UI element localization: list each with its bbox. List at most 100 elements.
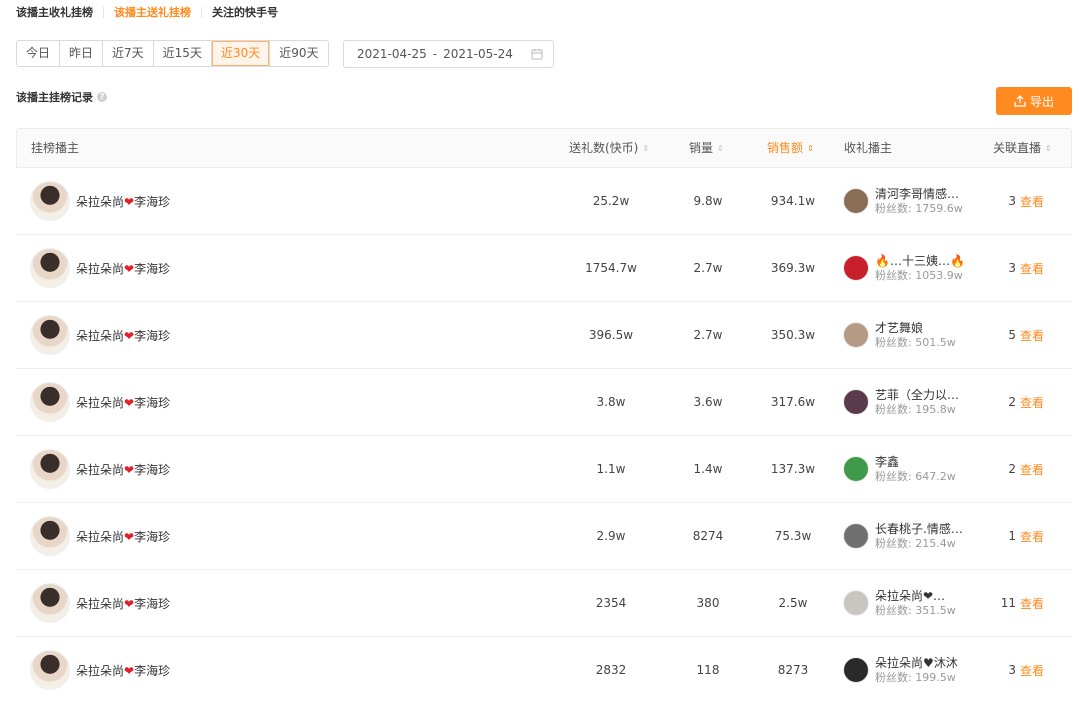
host-cell[interactable]: 朵拉朵尚❤李海珍 <box>30 168 170 234</box>
revenue-value: 2.5w <box>778 596 808 610</box>
col-live[interactable]: 关联直播 ⇕ <box>993 129 1052 167</box>
revenue-value: 369.3w <box>770 261 816 275</box>
live-count: 2 <box>1008 462 1016 476</box>
help-icon[interactable]: ? <box>97 92 107 102</box>
receiver-avatar <box>843 389 869 415</box>
live-cell: 5 查看 <box>976 302 1044 368</box>
tab-sent-gifts[interactable]: 该播主送礼挂榜 <box>114 4 191 20</box>
receiver-cell[interactable]: 才艺舞娘 粉丝数: 501.5w <box>843 302 956 368</box>
export-button[interactable]: 导出 <box>996 87 1072 115</box>
receiver-fans: 粉丝数: 351.5w <box>875 604 956 617</box>
receiver-fans: 粉丝数: 215.4w <box>875 537 956 550</box>
range-90d-button[interactable]: 近90天 <box>270 41 328 66</box>
view-link[interactable]: 查看 <box>1020 528 1044 545</box>
range-30d-button[interactable]: 近30天 <box>211 41 271 66</box>
heart-icon: ❤ <box>124 395 135 410</box>
host-cell[interactable]: 朵拉朵尚❤李海珍 <box>30 235 170 301</box>
view-link[interactable]: 查看 <box>1020 394 1044 411</box>
col-gift[interactable]: 送礼数(快币) ⇕ <box>569 129 649 167</box>
view-link[interactable]: 查看 <box>1020 327 1044 344</box>
tab-received-gifts[interactable]: 该播主收礼挂榜 <box>16 4 93 20</box>
avatar <box>30 583 70 623</box>
gift-value: 1.1w <box>596 462 626 476</box>
col-sales[interactable]: 销量 ⇕ <box>689 129 724 167</box>
receiver-fans: 粉丝数: 647.2w <box>875 470 956 483</box>
host-cell[interactable]: 朵拉朵尚❤李海珍 <box>30 570 170 636</box>
host-name: 朵拉朵尚❤李海珍 <box>76 395 171 410</box>
heart-icon: ❤ <box>124 261 135 276</box>
live-cell: 2 查看 <box>976 369 1044 435</box>
date-end: 2021-05-24 <box>443 47 513 61</box>
table-row: 朵拉朵尚❤李海珍 2832 118 8273 朵拉朵尚♥沐沐 粉丝数: 199.… <box>16 637 1072 703</box>
view-link[interactable]: 查看 <box>1020 662 1044 679</box>
section-title: 该播主挂榜记录 ? <box>16 89 107 105</box>
receiver-cell[interactable]: 李鑫 粉丝数: 647.2w <box>843 436 956 502</box>
table-row: 朵拉朵尚❤李海珍 396.5w 2.7w 350.3w 才艺舞娘 粉丝数: 50… <box>16 302 1072 369</box>
receiver-cell[interactable]: 朵拉朵尚❤… 粉丝数: 351.5w <box>843 570 956 636</box>
receiver-cell[interactable]: 艺菲（全力以… 粉丝数: 195.8w <box>843 369 959 435</box>
tab-bar: 该播主收礼挂榜 该播主送礼挂榜 关注的快手号 <box>16 4 278 20</box>
range-yesterday-button[interactable]: 昨日 <box>60 41 104 66</box>
gift-value: 2832 <box>595 663 627 677</box>
live-count: 5 <box>1008 328 1016 342</box>
avatar <box>30 315 70 355</box>
sort-icon: ⇕ <box>1045 143 1052 153</box>
col-revenue[interactable]: 销售额 ⇕ <box>767 129 814 167</box>
receiver-cell[interactable]: 🔥…十三姨…🔥 粉丝数: 1053.9w <box>843 235 965 301</box>
tab-followed-accounts[interactable]: 关注的快手号 <box>212 4 278 20</box>
sort-icon: ⇕ <box>717 143 724 153</box>
calendar-icon[interactable] <box>531 48 543 60</box>
heart-icon: ❤ <box>124 194 135 209</box>
sales-value: 118 <box>696 663 720 677</box>
host-name: 朵拉朵尚❤李海珍 <box>76 663 171 678</box>
host-cell[interactable]: 朵拉朵尚❤李海珍 <box>30 637 170 703</box>
sort-desc-icon: ⇕ <box>807 143 814 153</box>
view-link[interactable]: 查看 <box>1020 193 1044 210</box>
export-label: 导出 <box>1029 94 1054 109</box>
table-header: 挂榜播主 送礼数(快币) ⇕ 销量 ⇕ 销售额 ⇕ 收礼播主 关联直播 ⇕ <box>16 128 1072 168</box>
avatar <box>30 516 70 556</box>
sales-value: 9.8w <box>693 194 723 208</box>
live-count: 3 <box>1008 194 1016 208</box>
live-cell: 3 查看 <box>976 168 1044 234</box>
gift-value: 25.2w <box>592 194 630 208</box>
range-today-button[interactable]: 今日 <box>17 41 61 66</box>
table-row: 朵拉朵尚❤李海珍 2354 380 2.5w 朵拉朵尚❤… 粉丝数: 351.5… <box>16 570 1072 637</box>
host-cell[interactable]: 朵拉朵尚❤李海珍 <box>30 436 170 502</box>
date-start: 2021-04-25 <box>357 47 427 61</box>
receiver-cell[interactable]: 长春桃子.情感… 粉丝数: 215.4w <box>843 503 963 569</box>
receiver-name: 艺菲（全力以… <box>875 388 960 402</box>
avatar <box>30 650 70 690</box>
host-cell[interactable]: 朵拉朵尚❤李海珍 <box>30 503 170 569</box>
range-15d-button[interactable]: 近15天 <box>153 41 212 66</box>
avatar <box>30 449 70 489</box>
receiver-cell[interactable]: 朵拉朵尚♥沐沐 粉丝数: 199.5w <box>843 637 958 703</box>
live-cell: 1 查看 <box>976 503 1044 569</box>
table-body: 朵拉朵尚❤李海珍 25.2w 9.8w 934.1w 清河李哥情感… 粉丝数: … <box>16 168 1072 703</box>
live-cell: 3 查看 <box>976 637 1044 703</box>
view-link[interactable]: 查看 <box>1020 595 1044 612</box>
table-row: 朵拉朵尚❤李海珍 2.9w 8274 75.3w 长春桃子.情感… 粉丝数: 2… <box>16 503 1072 570</box>
date-range-picker[interactable]: 2021-04-25 - 2021-05-24 <box>343 40 554 68</box>
tab-divider <box>103 6 104 18</box>
view-link[interactable]: 查看 <box>1020 260 1044 277</box>
sales-value: 3.6w <box>693 395 723 409</box>
receiver-fans: 粉丝数: 1053.9w <box>875 269 963 282</box>
heart-icon: ❤ <box>124 328 135 343</box>
sales-value: 380 <box>696 596 720 610</box>
table-row: 朵拉朵尚❤李海珍 1.1w 1.4w 137.3w 李鑫 粉丝数: 647.2w… <box>16 436 1072 503</box>
receiver-name: 才艺舞娘 <box>875 321 924 335</box>
view-link[interactable]: 查看 <box>1020 461 1044 478</box>
host-cell[interactable]: 朵拉朵尚❤李海珍 <box>30 302 170 368</box>
gift-value: 396.5w <box>588 328 634 342</box>
host-cell[interactable]: 朵拉朵尚❤李海珍 <box>30 369 170 435</box>
receiver-cell[interactable]: 清河李哥情感… 粉丝数: 1759.6w <box>843 168 963 234</box>
revenue-value: 137.3w <box>770 462 816 476</box>
range-7d-button[interactable]: 近7天 <box>103 41 154 66</box>
sort-icon: ⇕ <box>642 143 650 153</box>
live-cell: 3 查看 <box>976 235 1044 301</box>
live-count: 3 <box>1008 261 1016 275</box>
receiver-fans: 粉丝数: 195.8w <box>875 403 956 416</box>
receiver-fans: 粉丝数: 1759.6w <box>875 202 963 215</box>
receiver-name: 朵拉朵尚♥沐沐 <box>875 656 958 670</box>
